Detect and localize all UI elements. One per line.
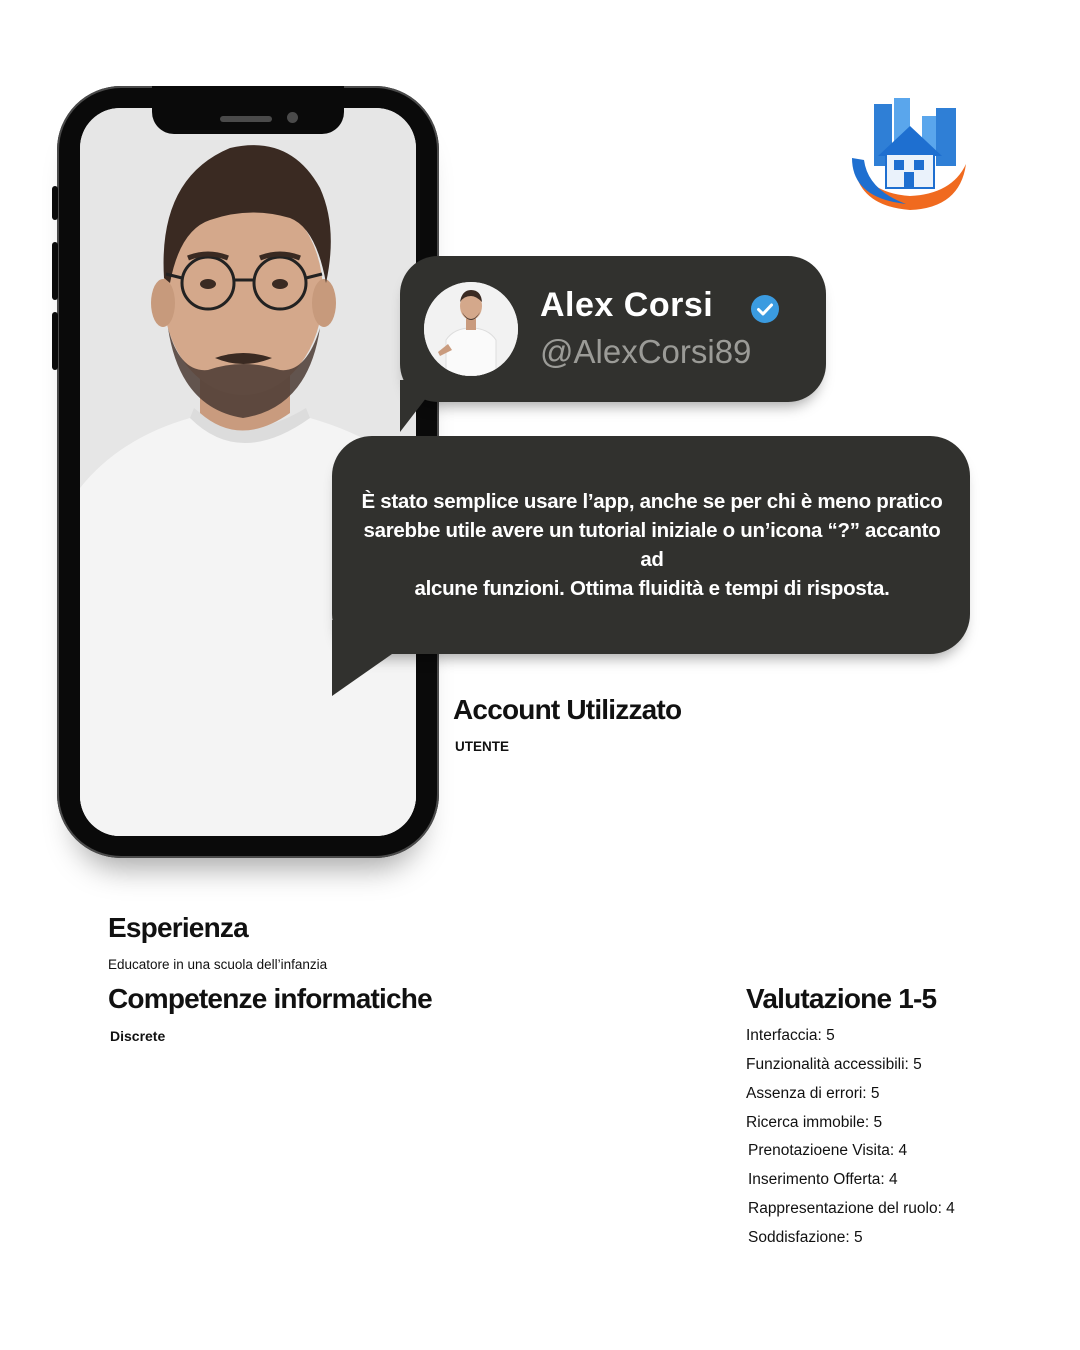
account-value: UTENTE xyxy=(455,739,509,754)
profile-card-tail xyxy=(400,380,440,432)
user-name: Alex Corsi xyxy=(540,286,714,324)
rating-item: Funzionalità accessibili: 5 xyxy=(746,1056,922,1073)
phone-notch xyxy=(152,86,344,134)
rating-item: Inserimento Offerta: 4 xyxy=(748,1171,898,1188)
review-text: È stato semplice usare l’app, anche se p… xyxy=(350,487,954,603)
phone-speaker xyxy=(220,116,272,122)
skills-value: Discrete xyxy=(110,1028,166,1044)
verified-badge-icon xyxy=(751,295,779,323)
phone-volume-down-button xyxy=(52,312,58,370)
experience-heading: Esperienza xyxy=(108,912,249,943)
experience-value: Educatore in una scuola dell’infanzia xyxy=(108,957,328,972)
phone-volume-up-button xyxy=(52,242,58,300)
account-heading: Account Utilizzato xyxy=(453,694,682,725)
avatar xyxy=(424,282,518,376)
rating-item: Prenotazioene Visita: 4 xyxy=(748,1142,908,1159)
rating-item: Rappresentazione del ruolo: 4 xyxy=(748,1200,955,1217)
review-line: alcune funzioni. Ottima fluidità e tempi… xyxy=(414,577,890,600)
review-line: sarebbe utile avere un tutorial iniziale… xyxy=(363,519,941,571)
rating-item: Ricerca immobile: 5 xyxy=(746,1114,883,1131)
review-line: È stato semplice usare l’app, anche se p… xyxy=(361,490,943,513)
house-logo-icon xyxy=(848,94,970,216)
phone-camera xyxy=(287,112,298,123)
rating-item: Interfaccia: 5 xyxy=(746,1027,835,1044)
rating-item: Soddisfazione: 5 xyxy=(748,1229,863,1246)
skills-heading: Competenze informatiche xyxy=(108,983,433,1014)
rating-heading: Valutazione 1-5 xyxy=(746,983,937,1014)
phone-side-button xyxy=(52,186,58,220)
review-bubble-tail xyxy=(332,620,392,696)
user-handle: @AlexCorsi89 xyxy=(540,333,752,370)
rating-item: Assenza di errori: 5 xyxy=(746,1085,880,1102)
